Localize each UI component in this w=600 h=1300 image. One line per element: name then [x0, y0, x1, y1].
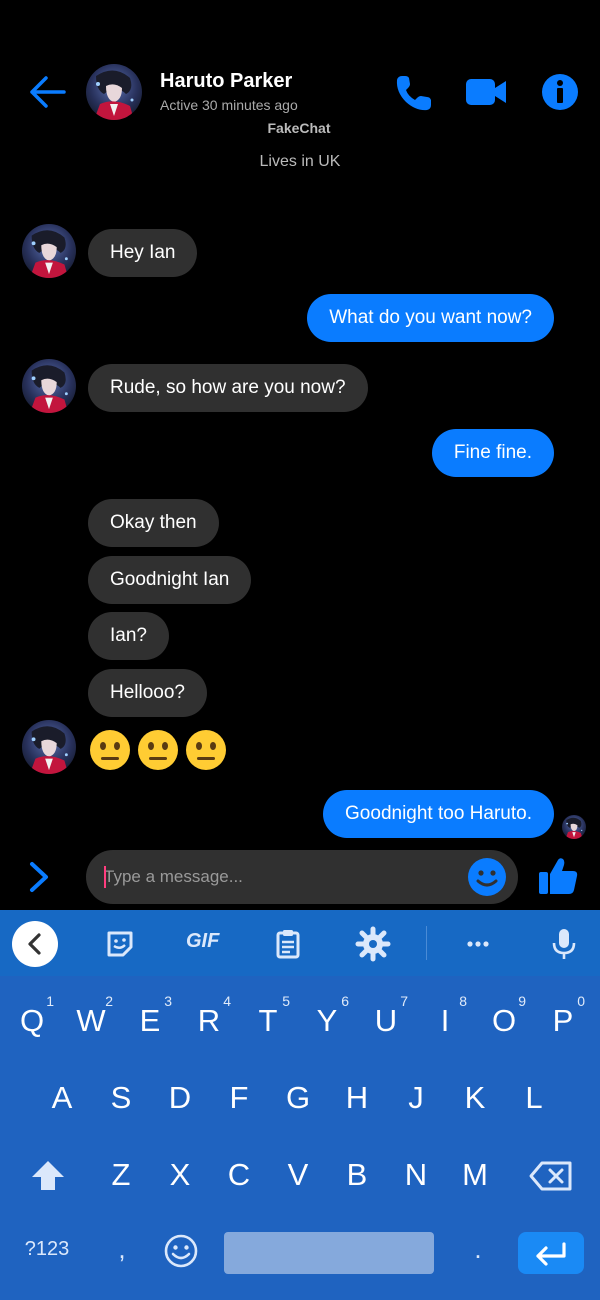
message-bubble-incoming[interactable]: Hey Ian	[88, 229, 198, 277]
microphone-icon[interactable]	[546, 926, 582, 962]
emoji-picker-icon[interactable]	[466, 856, 508, 898]
backspace-icon[interactable]	[528, 1158, 574, 1194]
keyboard-collapse-button[interactable]	[12, 921, 58, 967]
space-key[interactable]	[224, 1232, 434, 1274]
message-bubble-incoming[interactable]: Goodnight Ian	[88, 556, 252, 604]
thumbs-up-icon[interactable]	[536, 854, 580, 898]
emoji-key-icon[interactable]	[162, 1232, 200, 1270]
key-s[interactable]: S	[93, 1067, 149, 1129]
info-icon[interactable]	[538, 70, 582, 114]
app-name: FakeChat	[267, 120, 331, 136]
keyboard-toolbar: GIF	[0, 910, 600, 976]
back-arrow-icon[interactable]	[28, 74, 68, 110]
message-bubble-incoming[interactable]: Hellooo?	[88, 669, 207, 717]
key-k[interactable]: K	[447, 1067, 503, 1129]
neutral-face-emoji-icon	[186, 730, 226, 770]
message-bubble-outgoing[interactable]: What do you want now?	[307, 294, 554, 342]
gif-button[interactable]: GIF	[186, 930, 219, 953]
comma-key[interactable]: ,	[108, 1234, 136, 1265]
sender-avatar[interactable]	[22, 359, 76, 413]
enter-key[interactable]	[518, 1232, 584, 1274]
sticker-icon[interactable]	[102, 926, 138, 962]
key-o[interactable]: O9	[476, 990, 532, 1052]
message-bubble-outgoing[interactable]: Fine fine.	[431, 429, 554, 477]
key-i[interactable]: I8	[417, 990, 473, 1052]
key-r[interactable]: R4	[181, 990, 237, 1052]
period-key[interactable]: .	[464, 1234, 492, 1265]
chevron-left-icon	[28, 933, 41, 955]
active-status: Active 30 minutes ago	[160, 97, 298, 113]
key-v[interactable]: V	[270, 1144, 326, 1206]
emoji-message[interactable]	[88, 728, 228, 772]
key-e[interactable]: E3	[122, 990, 178, 1052]
contact-name[interactable]: Haruto Parker	[160, 70, 292, 93]
phone-call-icon[interactable]	[392, 70, 436, 114]
sender-avatar[interactable]	[22, 224, 76, 278]
key-y[interactable]: Y6	[299, 990, 355, 1052]
message-composer[interactable]	[86, 850, 518, 904]
key-x[interactable]: X	[152, 1144, 208, 1206]
key-j[interactable]: J	[388, 1067, 444, 1129]
key-a[interactable]: A	[34, 1067, 90, 1129]
toolbar-divider	[426, 926, 427, 960]
key-t[interactable]: T5	[240, 990, 296, 1052]
video-call-icon[interactable]	[464, 70, 508, 114]
neutral-face-emoji-icon	[138, 730, 178, 770]
settings-gear-icon[interactable]	[355, 926, 391, 962]
neutral-face-emoji-icon	[90, 730, 130, 770]
text-cursor	[104, 866, 106, 888]
key-p[interactable]: P0	[535, 990, 591, 1052]
more-options-icon[interactable]	[460, 926, 496, 962]
shift-icon[interactable]	[28, 1158, 68, 1194]
expand-actions-icon[interactable]	[22, 858, 56, 896]
message-input[interactable]	[104, 850, 454, 904]
message-bubble-incoming[interactable]: Ian?	[88, 612, 169, 660]
key-w[interactable]: W2	[63, 990, 119, 1052]
symbols-key[interactable]: ?123	[14, 1238, 80, 1261]
key-b[interactable]: B	[329, 1144, 385, 1206]
key-f[interactable]: F	[211, 1067, 267, 1129]
message-bubble-incoming[interactable]: Okay then	[88, 499, 219, 547]
chat-header: Haruto Parker Active 30 minutes ago Fake…	[0, 0, 600, 190]
key-q[interactable]: Q1	[4, 990, 60, 1052]
key-h[interactable]: H	[329, 1067, 385, 1129]
clipboard-icon[interactable]	[270, 926, 306, 962]
key-g[interactable]: G	[270, 1067, 326, 1129]
key-c[interactable]: C	[211, 1144, 267, 1206]
message-bubble-outgoing[interactable]: Goodnight too Haruto.	[323, 790, 554, 838]
key-d[interactable]: D	[152, 1067, 208, 1129]
key-z[interactable]: Z	[93, 1144, 149, 1206]
contact-avatar[interactable]	[86, 64, 142, 120]
key-m[interactable]: M	[447, 1144, 503, 1206]
key-n[interactable]: N	[388, 1144, 444, 1206]
sender-avatar[interactable]	[22, 720, 76, 774]
lives-in-info: Lives in UK	[259, 153, 341, 170]
enter-arrow-icon	[536, 1242, 566, 1266]
key-l[interactable]: L	[506, 1067, 562, 1129]
seen-avatar	[562, 815, 586, 839]
message-bubble-incoming[interactable]: Rude, so how are you now?	[88, 364, 368, 412]
key-u[interactable]: U7	[358, 990, 414, 1052]
